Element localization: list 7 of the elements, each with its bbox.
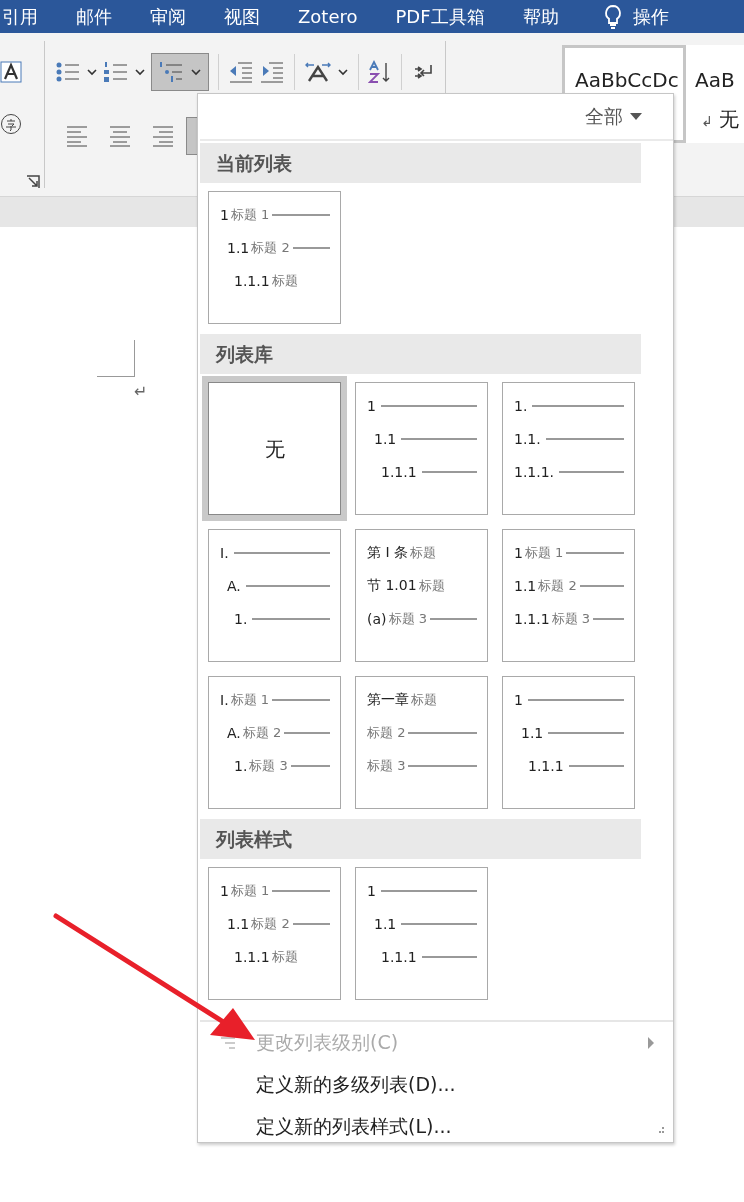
style-sample: AaB [695,68,736,92]
section-header: 列表库 [200,334,641,374]
style-sample: AaBbCcDc [575,68,680,92]
section-header: 当前列表 [200,143,641,183]
section-header: 列表样式 [200,819,641,859]
style-name: ↲ 无 [700,106,741,133]
paragraph-mark: ↵ [134,382,148,401]
